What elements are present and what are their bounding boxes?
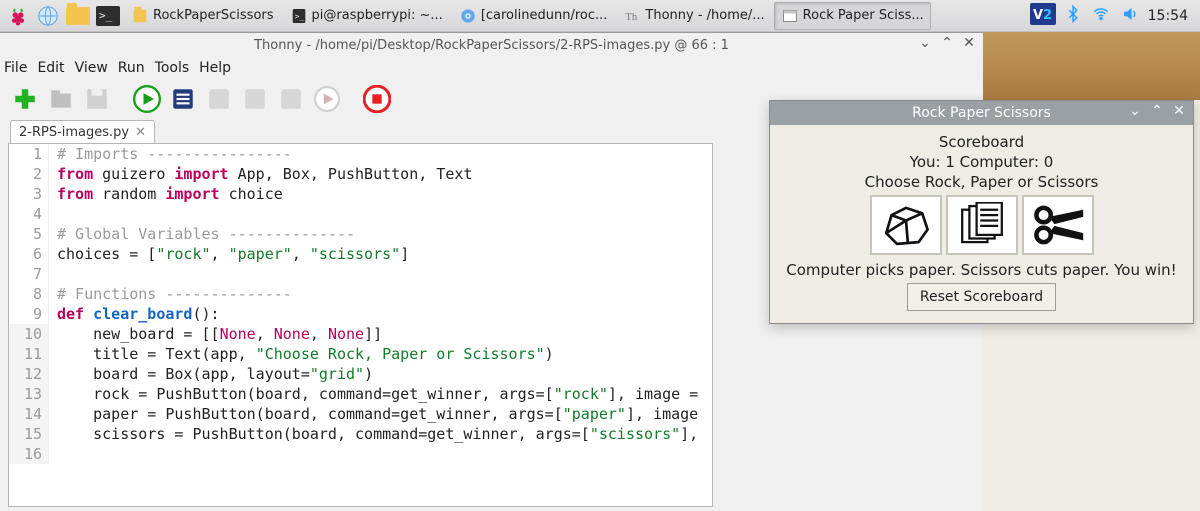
rps-window: Rock Paper Scissors ⌄ ⌃ ✕ Scoreboard You… — [769, 100, 1194, 324]
line-number: 6 — [9, 244, 49, 264]
system-tray: V2 15:54 — [1030, 3, 1196, 29]
line-number: 10 — [9, 324, 49, 344]
scissors-icon — [1031, 202, 1085, 248]
taskbar-item-thonny[interactable]: Th Thonny - /home/... — [616, 2, 771, 30]
tab-label: 2-RPS-images.py — [19, 125, 129, 140]
menu-run[interactable]: Run — [118, 60, 145, 76]
paper-icon — [955, 202, 1009, 248]
line-number: 8 — [9, 284, 49, 304]
scissors-button[interactable] — [1022, 195, 1094, 255]
terminal-small-icon — [290, 7, 308, 25]
reset-scoreboard-button[interactable]: Reset Scoreboard — [907, 283, 1056, 311]
result-text: Computer picks paper. Scissors cuts pape… — [778, 261, 1185, 279]
line-number: 7 — [9, 264, 49, 284]
run-icon[interactable] — [132, 84, 162, 114]
rock-button[interactable] — [870, 195, 942, 255]
step-over-icon[interactable] — [204, 84, 234, 114]
minimize-icon[interactable]: ⌄ — [917, 36, 933, 52]
desktop-background — [983, 32, 1200, 100]
minimize-icon[interactable]: ⌄ — [1127, 104, 1143, 120]
thonny-icon: Th — [623, 7, 641, 25]
chromium-icon — [459, 7, 477, 25]
line-number: 5 — [9, 224, 49, 244]
resume-icon[interactable] — [312, 84, 342, 114]
menu-view[interactable]: View — [75, 60, 108, 76]
thonny-title-text: Thonny - /home/pi/Desktop/RockPaperSciss… — [254, 38, 729, 53]
rps-title-text: Rock Paper Scissors — [912, 105, 1051, 121]
thonny-titlebar[interactable]: Thonny - /home/pi/Desktop/RockPaperSciss… — [0, 33, 983, 57]
thonny-menubar: File Edit View Run Tools Help — [0, 57, 983, 79]
tab-close-icon[interactable]: ✕ — [135, 125, 146, 140]
taskbar-item-terminal[interactable]: pi@raspberrypi: ~... — [283, 2, 450, 30]
terminal-icon[interactable] — [94, 2, 122, 30]
choice-row — [778, 195, 1185, 255]
taskbar-item-label: Thonny - /home/... — [645, 8, 764, 23]
line-number: 16 — [9, 444, 49, 464]
clock[interactable]: 15:54 — [1148, 8, 1188, 24]
file-manager-icon[interactable] — [64, 2, 92, 30]
maximize-icon[interactable]: ⌃ — [1149, 104, 1165, 120]
taskbar-item-rps[interactable]: Rock Paper Sciss... — [774, 2, 931, 30]
editor-tab[interactable]: 2-RPS-images.py ✕ — [10, 120, 155, 143]
debug-icon[interactable] — [168, 84, 198, 114]
score-line: You: 1 Computer: 0 — [778, 153, 1185, 171]
close-icon[interactable]: ✕ — [961, 36, 977, 52]
window-icon — [781, 7, 799, 25]
line-number: 4 — [9, 204, 49, 224]
line-number: 3 — [9, 184, 49, 204]
line-number: 9 — [9, 304, 49, 324]
paper-button[interactable] — [946, 195, 1018, 255]
save-file-icon[interactable] — [82, 84, 112, 114]
line-number: 12 — [9, 364, 49, 384]
line-number: 13 — [9, 384, 49, 404]
stop-icon[interactable] — [362, 84, 392, 114]
taskbar-item-folder[interactable]: RockPaperScissors — [124, 2, 281, 30]
menu-file[interactable]: File — [4, 60, 27, 76]
menu-tools[interactable]: Tools — [155, 60, 190, 76]
taskbar-item-label: Rock Paper Sciss... — [803, 8, 924, 23]
vnc-icon[interactable]: V2 — [1030, 3, 1056, 29]
line-number: 15 — [9, 424, 49, 444]
taskbar-item-label: pi@raspberrypi: ~... — [312, 8, 443, 23]
line-number: 14 — [9, 404, 49, 424]
open-file-icon[interactable] — [46, 84, 76, 114]
scoreboard-heading: Scoreboard — [778, 133, 1185, 151]
line-number: 1 — [9, 144, 49, 164]
svg-text:Th: Th — [626, 12, 639, 23]
taskbar-item-label: [carolinedunn/roc... — [481, 8, 608, 23]
taskbar-item-chromium[interactable]: [carolinedunn/roc... — [452, 2, 615, 30]
wifi-icon[interactable] — [1090, 5, 1112, 27]
choose-label: Choose Rock, Paper or Scissors — [778, 173, 1185, 191]
raspberry-menu-icon[interactable] — [4, 2, 32, 30]
svg-text:V: V — [1033, 8, 1043, 23]
svg-text:2: 2 — [1043, 8, 1052, 23]
menu-help[interactable]: Help — [199, 60, 231, 76]
taskbar: RockPaperScissors pi@raspberrypi: ~... [… — [0, 0, 1200, 32]
menu-edit[interactable]: Edit — [37, 60, 64, 76]
volume-icon[interactable] — [1120, 5, 1140, 27]
line-number: 11 — [9, 344, 49, 364]
step-out-icon[interactable] — [276, 84, 306, 114]
web-browser-icon[interactable] — [34, 2, 62, 30]
folder-icon — [131, 7, 149, 25]
code-editor[interactable]: 1# Imports ---------------- 2from guizer… — [8, 143, 713, 507]
new-file-icon[interactable] — [10, 84, 40, 114]
step-into-icon[interactable] — [240, 84, 270, 114]
line-number: 2 — [9, 164, 49, 184]
rock-icon — [879, 202, 933, 248]
bluetooth-icon[interactable] — [1064, 4, 1082, 28]
taskbar-item-label: RockPaperScissors — [153, 8, 274, 23]
close-icon[interactable]: ✕ — [1171, 104, 1187, 120]
rps-titlebar[interactable]: Rock Paper Scissors ⌄ ⌃ ✕ — [770, 101, 1193, 125]
maximize-icon[interactable]: ⌃ — [939, 36, 955, 52]
